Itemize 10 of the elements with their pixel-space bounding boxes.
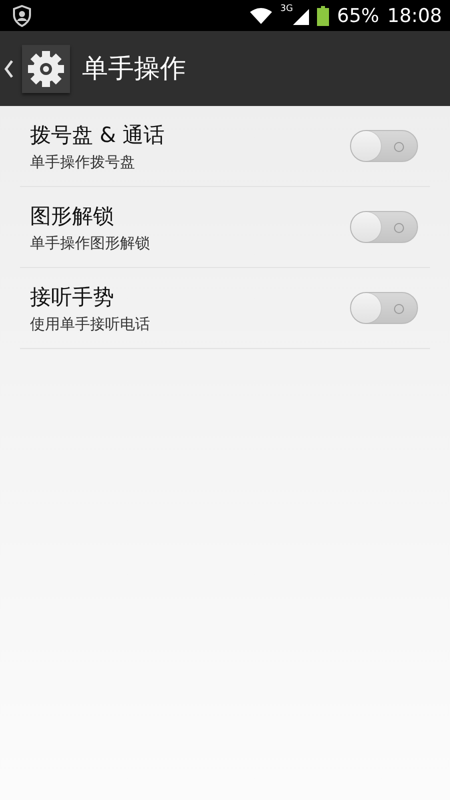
setting-description: 使用单手接听电话 xyxy=(30,314,150,334)
network-type: 3G xyxy=(280,4,293,14)
setting-title: 图形解锁 xyxy=(30,202,115,230)
setting-description: 单手操作拨号盘 xyxy=(30,152,136,172)
screen-title: 单手操作 xyxy=(82,53,186,86)
battery-percentage: 65% xyxy=(337,4,380,26)
setting-title: 拨号盘 & 通话 xyxy=(30,122,165,148)
setting-description: 单手操作图形解锁 xyxy=(30,234,150,252)
setting-title: 接听手势 xyxy=(30,284,115,310)
clock-time: 18:08 xyxy=(387,4,442,26)
